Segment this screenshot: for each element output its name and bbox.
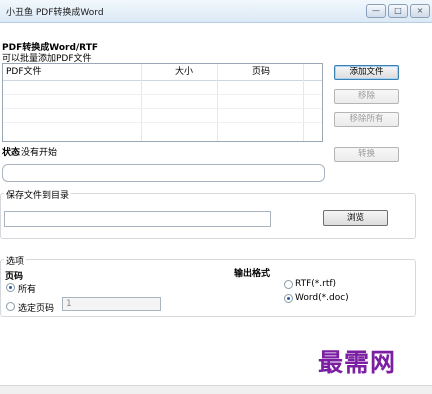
row-divider [3, 108, 322, 109]
watermark-logo: 最需网 [318, 348, 397, 377]
row-divider [3, 94, 322, 95]
pages-label: 页码 [5, 272, 24, 282]
column-divider [141, 64, 142, 141]
column-divider [217, 64, 218, 141]
table-header: PDF文件 大小 页码 [3, 64, 322, 81]
remove-all-button[interactable]: 移除所有 [334, 112, 399, 127]
status-value: 没有开始 [21, 148, 58, 158]
rtf-format-label: RTF(*.rtf) [295, 279, 337, 289]
selected-pages-radio[interactable] [6, 302, 15, 311]
add-file-button[interactable]: 添加文件 [334, 65, 399, 80]
selected-pages-label: 选定页码 [18, 304, 55, 314]
all-pages-label: 所有 [18, 285, 37, 295]
minimize-button[interactable]: — [366, 4, 386, 18]
options-label: 选项 [4, 254, 27, 267]
rtf-format-radio[interactable] [284, 280, 293, 289]
close-icon: × [416, 6, 424, 15]
all-pages-radio[interactable] [6, 283, 15, 292]
progress-bar [2, 164, 325, 182]
row-divider [3, 122, 322, 123]
maximize-icon: □ [394, 6, 402, 15]
status-label: 状态 [2, 148, 21, 158]
column-divider [303, 64, 304, 141]
word-format-radio[interactable] [284, 294, 293, 303]
minimize-icon: — [372, 6, 380, 15]
save-directory-input[interactable] [4, 211, 271, 227]
title-bar: 小丑鱼 PDF转换成Word — □ × [0, 0, 432, 23]
convert-button[interactable]: 转换 [334, 147, 399, 162]
save-directory-label: 保存文件到目录 [4, 188, 72, 201]
file-list-table[interactable]: PDF文件 大小 页码 [2, 63, 323, 142]
word-format-label: Word(*.doc) [295, 293, 349, 303]
column-header-pages[interactable]: 页码 [252, 64, 270, 80]
maximize-button[interactable]: □ [388, 4, 408, 18]
column-header-size[interactable]: 大小 [175, 64, 193, 80]
selected-pages-input[interactable]: 1 [62, 297, 161, 311]
remove-button[interactable]: 移除 [334, 89, 399, 104]
window-title: 小丑鱼 PDF转换成Word [6, 8, 104, 18]
output-format-label: 输出格式 [234, 269, 271, 279]
close-button[interactable]: × [410, 4, 430, 18]
column-header-pdf-file[interactable]: PDF文件 [6, 64, 42, 80]
browse-button[interactable]: 浏览 [323, 210, 388, 226]
